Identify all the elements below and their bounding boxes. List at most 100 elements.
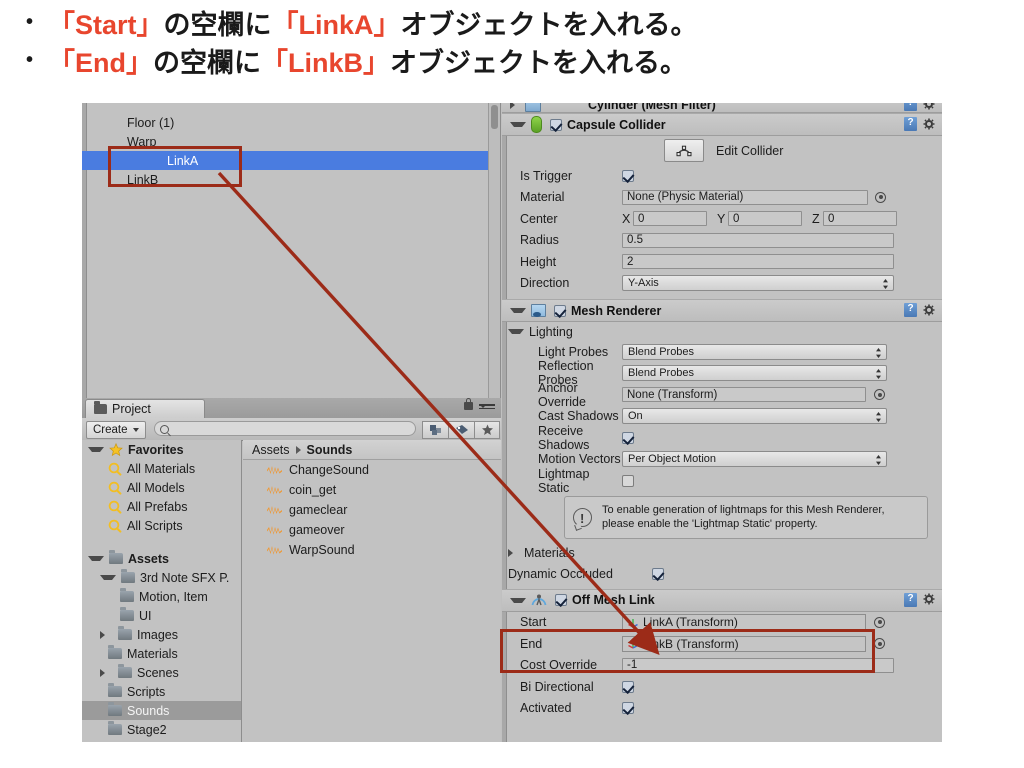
receive-shadows-checkbox[interactable] — [622, 431, 634, 444]
tree-item-sounds[interactable]: Sounds — [82, 701, 241, 720]
component-header-mesh-filter[interactable]: Cylinder (Mesh Filter) — [502, 103, 942, 113]
foldout-materials[interactable]: Materials — [502, 543, 942, 563]
help-icon[interactable] — [904, 592, 917, 607]
tree-item-3rd-note-sfx[interactable]: 3rd Note SFX P. — [82, 568, 241, 587]
asset-item-warpsound[interactable]: WarpSound — [243, 540, 501, 560]
tree-item-all-prefabs[interactable]: All Prefabs — [82, 497, 241, 516]
field-value: 0 — [733, 212, 740, 225]
activated-checkbox[interactable] — [622, 702, 634, 715]
help-text: To enable generation of lightmaps for th… — [602, 503, 885, 531]
cost-override-input[interactable]: -1 — [622, 657, 894, 673]
foldout-lighting[interactable]: Lighting — [502, 322, 942, 341]
edit-collider-button[interactable] — [664, 139, 704, 162]
chevron-down-icon[interactable] — [510, 122, 526, 127]
tree-item-scenes[interactable]: Scenes — [82, 663, 241, 682]
field-row-material: Material None (Physic Material) — [502, 187, 942, 209]
component-enabled-checkbox[interactable] — [554, 304, 566, 317]
tree-item-favorites[interactable]: Favorites — [82, 440, 241, 459]
tree-item-images[interactable]: Images — [82, 625, 241, 644]
gear-icon[interactable] — [923, 304, 936, 317]
component-header-mesh-renderer[interactable]: Mesh Renderer — [502, 299, 942, 322]
create-button[interactable]: Create — [86, 421, 146, 439]
hierarchy-item-floor1[interactable]: Floor (1) — [87, 113, 488, 132]
cast-shadows-dropdown[interactable]: On — [622, 408, 887, 425]
asset-item-coin-get[interactable]: coin_get — [243, 480, 501, 500]
asset-item-gameclear[interactable]: gameclear — [243, 500, 501, 520]
hierarchy-item-linkb[interactable]: LinkB — [87, 170, 488, 189]
chevron-right-icon — [100, 630, 110, 639]
component-enabled-checkbox[interactable] — [550, 118, 562, 131]
chevron-right-icon[interactable] — [510, 103, 520, 109]
dynamic-occluded-checkbox[interactable] — [652, 567, 664, 580]
field-row-radius: Radius 0.5 — [502, 230, 942, 252]
asset-item-changesound[interactable]: ChangeSound — [243, 460, 501, 480]
hierarchy-scrollbar-thumb[interactable] — [491, 105, 498, 129]
center-x-input[interactable]: 0 — [633, 211, 707, 227]
light-probes-dropdown[interactable]: Blend Probes — [622, 343, 887, 360]
hierarchy-item-warp[interactable]: Warp — [87, 132, 488, 151]
hierarchy-item-label: Floor (1) — [127, 115, 175, 130]
lightmap-static-checkbox[interactable] — [622, 474, 634, 487]
help-icon[interactable] — [904, 303, 917, 317]
help-icon[interactable] — [904, 103, 917, 111]
hierarchy-item-label: LinkA — [167, 153, 199, 168]
end-object-field[interactable]: LinkB (Transform) — [622, 635, 866, 652]
tree-item-all-scripts[interactable]: All Scripts — [82, 516, 241, 535]
component-header-capsule-collider[interactable]: Capsule Collider — [502, 113, 942, 136]
tab-project[interactable]: Project — [85, 399, 205, 418]
inspector-panel: Cylinder (Mesh Filter) Capsule Collider — [502, 103, 942, 742]
direction-dropdown[interactable]: Y-Axis — [622, 275, 894, 292]
tree-item-all-materials[interactable]: All Materials — [82, 459, 241, 478]
bullet-2-part-3: 「LinkB」 — [261, 48, 391, 79]
gear-icon[interactable] — [923, 103, 936, 111]
tree-item-motion-item[interactable]: Motion, Item — [82, 587, 241, 606]
tree-item-scripts[interactable]: Scripts — [82, 682, 241, 701]
lock-icon[interactable] — [464, 398, 473, 410]
material-object-field[interactable]: None (Physic Material) — [622, 189, 868, 205]
radius-input[interactable]: 0.5 — [622, 232, 894, 248]
tree-item-ui[interactable]: UI — [82, 606, 241, 625]
favorite-star-icon[interactable] — [474, 421, 500, 439]
reflection-probes-dropdown[interactable]: Blend Probes — [622, 365, 887, 382]
tree-item-all-models[interactable]: All Models — [82, 478, 241, 497]
breadcrumb-item-assets[interactable]: Assets — [252, 443, 290, 457]
hierarchy-item-linka[interactable]: LinkA — [82, 151, 488, 170]
center-y-input[interactable]: 0 — [728, 211, 802, 227]
chevron-down-icon[interactable] — [510, 308, 526, 313]
component-title: Cylinder (Mesh Filter) — [588, 103, 716, 112]
search-input[interactable] — [154, 421, 416, 436]
help-icon[interactable] — [904, 117, 917, 131]
gear-icon[interactable] — [923, 118, 936, 131]
object-picker-icon[interactable] — [875, 191, 886, 203]
anchor-override-object-field[interactable]: None (Transform) — [622, 387, 866, 403]
field-row-lightmap-static: Lightmap Static — [502, 467, 942, 495]
tree-item-stage2[interactable]: Stage2 — [82, 720, 241, 739]
object-filter-icon[interactable] — [422, 421, 450, 439]
edit-collider-row: Edit Collider — [502, 136, 942, 165]
chevron-down-icon[interactable] — [510, 597, 526, 603]
field-label: Activated — [520, 701, 572, 716]
bi-directional-checkbox[interactable] — [622, 680, 634, 693]
object-picker-icon[interactable] — [874, 638, 885, 650]
component-header-off-mesh-link[interactable]: Off Mesh Link — [502, 588, 942, 612]
object-picker-icon[interactable] — [874, 616, 885, 628]
tree-item-materials[interactable]: Materials — [82, 644, 241, 663]
object-picker-icon[interactable] — [874, 389, 885, 401]
motion-vectors-dropdown[interactable]: Per Object Motion — [622, 451, 887, 468]
asset-item-gameover[interactable]: gameover — [243, 520, 501, 540]
start-object-field[interactable]: LinkA (Transform) — [622, 614, 866, 631]
is-trigger-checkbox[interactable] — [622, 169, 634, 182]
label-filter-icon[interactable] — [448, 421, 476, 439]
panel-menu-icon[interactable] — [479, 404, 495, 413]
field-label: Light Probes — [538, 344, 609, 359]
height-input[interactable]: 2 — [622, 254, 894, 270]
field-row-start: Start LinkA (Transform) — [502, 612, 942, 634]
component-enabled-checkbox[interactable] — [555, 594, 567, 607]
folder-icon — [94, 401, 107, 414]
center-z-input[interactable]: 0 — [823, 211, 897, 227]
breadcrumb-item-sounds[interactable]: Sounds — [307, 443, 353, 457]
hierarchy-scrollbar[interactable] — [488, 103, 500, 398]
gear-icon[interactable] — [923, 593, 936, 606]
tree-item-label: Motion, Item — [139, 589, 208, 604]
tree-item-assets[interactable]: Assets — [82, 549, 241, 568]
